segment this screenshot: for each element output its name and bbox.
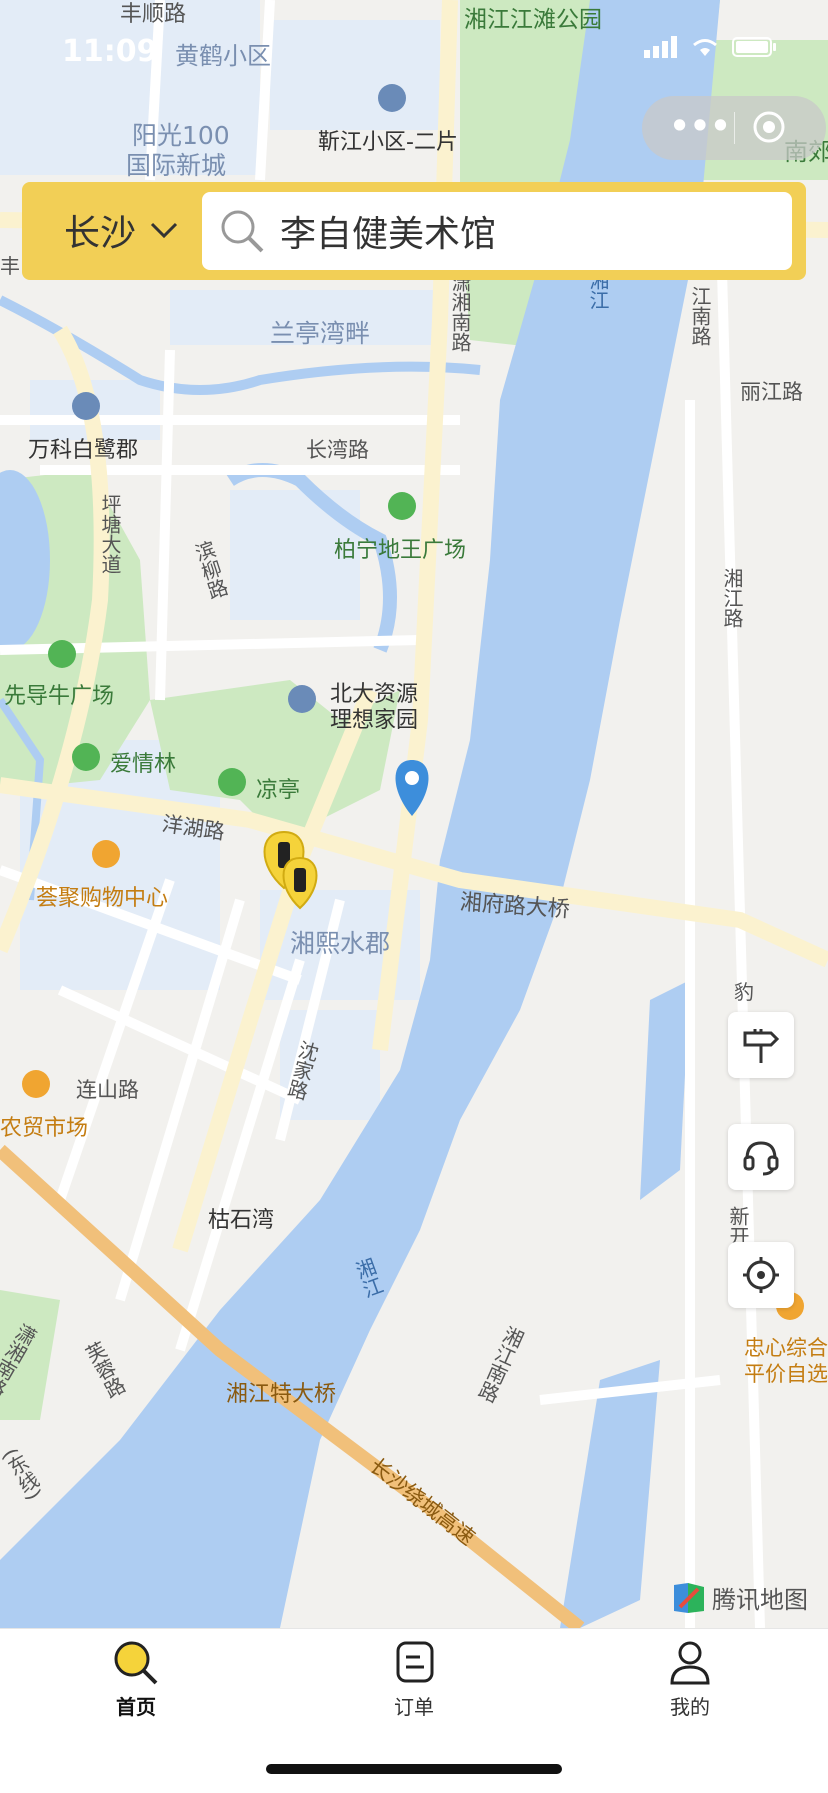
map-label: 丰 bbox=[0, 254, 20, 278]
chevron-down-icon bbox=[150, 222, 178, 239]
miniprogram-capsule: ••• bbox=[642, 96, 826, 160]
map-label: 万科白鹭郡 bbox=[28, 438, 139, 463]
map-label: 连山路 bbox=[76, 1078, 139, 1102]
signal-icon bbox=[644, 36, 677, 58]
map-label: 靳江小区-二片 bbox=[318, 130, 458, 155]
map-label: 湘江路 bbox=[720, 568, 744, 628]
status-time: 11:09 bbox=[62, 34, 158, 69]
map-label: 枯石湾 bbox=[208, 1208, 275, 1233]
crosshair-icon bbox=[743, 1257, 779, 1293]
search-header: 长沙 李自健美术馆 bbox=[22, 182, 806, 280]
tab-profile-label: 我的 bbox=[670, 1695, 710, 1719]
more-icon[interactable]: ••• bbox=[666, 104, 734, 152]
signpost-button[interactable] bbox=[728, 1012, 794, 1078]
wifi-icon bbox=[693, 39, 717, 56]
map-attribution: 腾讯地图 bbox=[672, 1580, 808, 1615]
search-icon bbox=[114, 1641, 158, 1685]
map-label: 坪塘大道 bbox=[98, 494, 122, 574]
status-icons bbox=[644, 36, 778, 58]
map-label: 兰亭湾畔 bbox=[270, 319, 371, 348]
map-label: 理想家园 bbox=[330, 708, 419, 733]
map-label: 新开 bbox=[726, 1206, 750, 1246]
home-indicator bbox=[266, 1764, 562, 1774]
map-label: 荟聚购物中心 bbox=[36, 886, 169, 911]
attribution-text: 腾讯地图 bbox=[712, 1586, 808, 1614]
customer-service-button[interactable] bbox=[728, 1124, 794, 1190]
tab-home[interactable]: 首页 bbox=[66, 1639, 206, 1720]
city-selector[interactable]: 长沙 bbox=[64, 204, 178, 256]
status-bar: 11:09 bbox=[0, 0, 828, 100]
map-label: 湘熙水郡 bbox=[290, 929, 391, 958]
map-label: 豹 bbox=[734, 980, 754, 1004]
headset-icon bbox=[743, 1141, 779, 1176]
signpost-icon bbox=[743, 1029, 780, 1063]
tab-orders[interactable]: 订单 bbox=[344, 1639, 484, 1720]
locate-button[interactable] bbox=[728, 1242, 794, 1308]
search-text: 李自健美术馆 bbox=[280, 214, 497, 255]
tencent-map-logo-icon bbox=[674, 1582, 704, 1613]
user-icon bbox=[670, 1641, 710, 1685]
tab-profile[interactable]: 我的 bbox=[620, 1639, 760, 1720]
order-list-icon bbox=[396, 1641, 434, 1683]
map-label: 农贸市场 bbox=[0, 1116, 89, 1141]
battery-icon bbox=[732, 37, 776, 57]
capsule-divider bbox=[734, 112, 735, 144]
search-input[interactable]: 李自健美术馆 bbox=[202, 192, 792, 270]
map-label: 潇湘南路 bbox=[448, 272, 472, 352]
map-label: 长湾路 bbox=[306, 438, 369, 462]
close-miniprogram-icon[interactable] bbox=[752, 110, 786, 144]
map-label: 爱情林 bbox=[110, 752, 177, 777]
map-label: 国际新城 bbox=[126, 151, 227, 180]
map-label: 先导牛广场 bbox=[4, 684, 115, 709]
tab-home-label: 首页 bbox=[116, 1695, 156, 1719]
map-label: 丽江路 bbox=[740, 380, 803, 404]
city-name: 长沙 bbox=[64, 213, 137, 254]
map-label: 柏宁地王广场 bbox=[334, 538, 467, 563]
map-label: 江南路 bbox=[688, 286, 712, 346]
map-label: 湘江特大桥 bbox=[226, 1382, 337, 1407]
tab-orders-label: 订单 bbox=[394, 1695, 434, 1719]
search-icon bbox=[221, 210, 264, 253]
map-label: 凉亭 bbox=[256, 778, 301, 803]
map-label: 平价自选 bbox=[744, 1362, 828, 1386]
